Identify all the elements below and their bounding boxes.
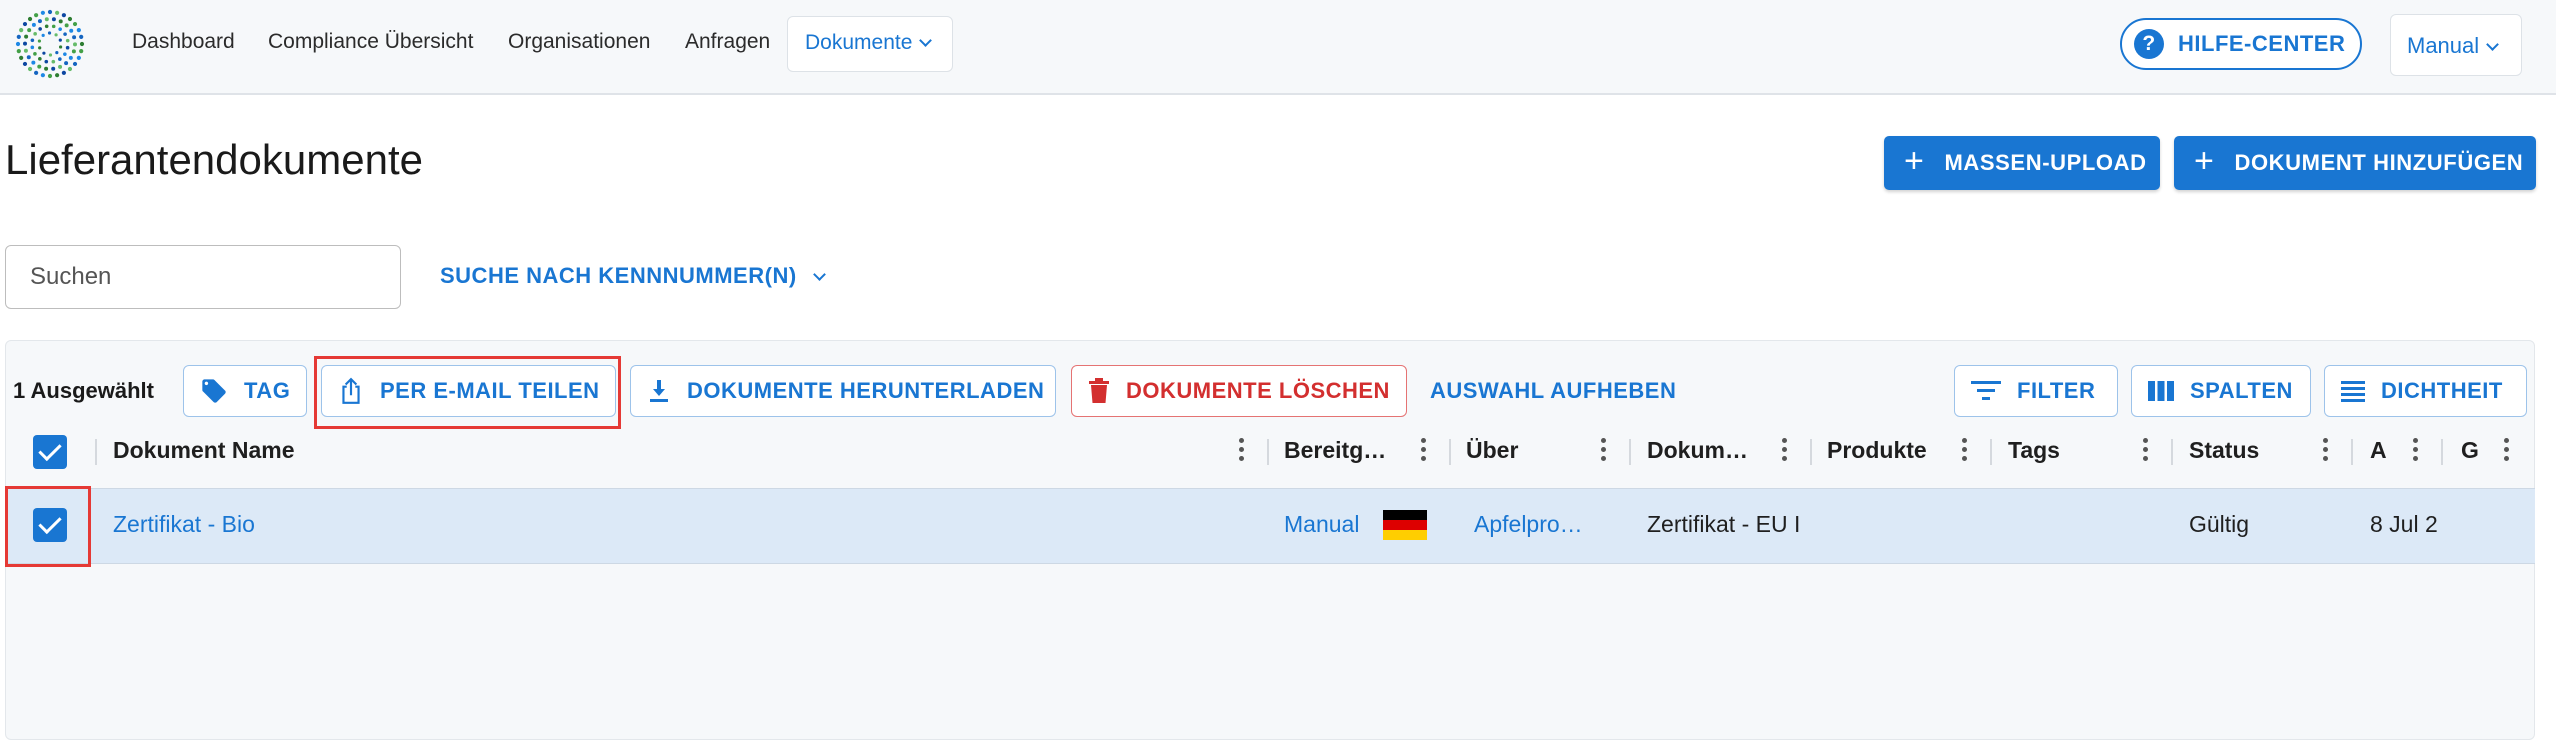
search-by-id-dropdown[interactable]: SUCHE NACH KENNNUMMER(N)	[440, 263, 826, 289]
question-circle-icon: ?	[2134, 29, 2164, 59]
clear-selection-button[interactable]: AUSWAHL AUFHEBEN	[1430, 378, 1676, 404]
column-header-g[interactable]: G	[2461, 437, 2479, 464]
nav-compliance-overview[interactable]: Compliance Übersicht	[268, 30, 473, 54]
columns-label: SPALTEN	[2190, 378, 2293, 403]
page-title: Lieferantendokumente	[5, 136, 423, 183]
germany-flag-icon	[1383, 510, 1427, 540]
column-separator[interactable]	[1267, 439, 1269, 465]
provided-by-link[interactable]: Manual	[1284, 511, 1359, 538]
table-row[interactable]	[5, 488, 2535, 564]
search-input[interactable]	[5, 245, 401, 309]
density-button[interactable]: DICHTHEIT	[2324, 365, 2527, 417]
plus-icon: +	[1904, 142, 1925, 180]
column-header-a[interactable]: A	[2370, 437, 2387, 464]
column-menu-icon[interactable]	[1962, 438, 1968, 464]
column-menu-icon[interactable]	[1601, 438, 1607, 464]
mass-upload-label: MASSEN-UPLOAD	[1944, 150, 2147, 175]
column-menu-icon[interactable]	[2504, 438, 2510, 464]
date-cell: 8 Jul 2	[2370, 511, 2438, 537]
column-header-tags[interactable]: Tags	[2008, 437, 2060, 464]
column-separator[interactable]	[2441, 439, 2443, 465]
user-menu-dropdown[interactable]: Manual	[2390, 14, 2522, 76]
document-name-link[interactable]: Zertifikat - Bio	[113, 511, 255, 538]
delete-documents-button[interactable]: DOKUMENTE LÖSCHEN	[1071, 365, 1407, 417]
column-separator[interactable]	[2351, 439, 2353, 465]
chevron-down-icon	[812, 268, 826, 281]
column-menu-icon[interactable]	[1782, 438, 1788, 464]
filter-button[interactable]: FILTER	[1954, 365, 2118, 417]
column-menu-icon[interactable]	[2413, 438, 2419, 464]
column-header-status[interactable]: Status	[2189, 437, 2259, 464]
column-separator[interactable]	[1990, 439, 1992, 465]
column-separator	[95, 439, 97, 465]
column-separator[interactable]	[1449, 439, 1451, 465]
column-separator[interactable]	[1629, 439, 1631, 465]
tag-label: TAG	[244, 378, 291, 403]
column-menu-icon[interactable]	[1421, 438, 1427, 464]
select-all-checkbox[interactable]	[33, 435, 67, 469]
help-center-label: HILFE-CENTER	[2178, 31, 2346, 56]
nav-organisations[interactable]: Organisationen	[508, 30, 650, 54]
nav-requests[interactable]: Anfragen	[685, 30, 770, 54]
company-logo-icon[interactable]	[14, 8, 86, 80]
share-email-label: PER E-MAIL TEILEN	[380, 378, 600, 403]
about-link[interactable]: Apfelpro…	[1474, 511, 1594, 538]
filter-label: FILTER	[2017, 378, 2096, 403]
column-header-document-name[interactable]: Dokument Name	[113, 437, 294, 464]
nav-dashboard[interactable]: Dashboard	[132, 30, 235, 54]
column-header-products[interactable]: Produkte	[1827, 437, 1927, 464]
column-menu-icon[interactable]	[2323, 438, 2329, 464]
selected-count: 1 Ausgewählt	[13, 378, 154, 403]
download-icon	[647, 378, 671, 404]
nav-documents-dropdown[interactable]: Dokumente	[787, 16, 953, 72]
plus-icon: +	[2194, 142, 2215, 180]
tag-button[interactable]: TAG	[183, 365, 307, 417]
column-menu-icon[interactable]	[2143, 438, 2149, 464]
download-documents-label: DOKUMENTE HERUNTERLADEN	[687, 378, 1045, 403]
user-menu-label: Manual	[2407, 33, 2480, 58]
tag-icon	[200, 377, 228, 405]
density-label: DICHTHEIT	[2381, 378, 2503, 403]
status-cell: Gültig	[2189, 511, 2250, 537]
download-documents-button[interactable]: DOKUMENTE HERUNTERLADEN	[630, 365, 1056, 417]
search-by-id-label: SUCHE NACH KENNNUMMER(N)	[440, 263, 797, 288]
column-header-provided-by[interactable]: Bereitg…	[1284, 437, 1386, 464]
column-separator[interactable]	[1810, 439, 1812, 465]
delete-documents-label: DOKUMENTE LÖSCHEN	[1126, 378, 1390, 403]
chevron-down-icon	[919, 34, 933, 47]
share-email-button[interactable]: PER E-MAIL TEILEN	[321, 365, 616, 417]
mass-upload-button[interactable]: + MASSEN-UPLOAD	[1884, 136, 2160, 190]
density-icon	[2341, 380, 2365, 402]
column-menu-icon[interactable]	[1239, 438, 1245, 464]
share-icon	[338, 377, 364, 405]
columns-button[interactable]: SPALTEN	[2131, 365, 2311, 417]
chevron-down-icon	[2486, 38, 2500, 51]
help-center-button[interactable]: ? HILFE-CENTER	[2120, 18, 2362, 70]
document-type-cell: Zertifikat - EU I	[1647, 511, 1801, 537]
row-select-checkbox[interactable]	[33, 508, 67, 542]
column-header-document-type[interactable]: Dokum…	[1647, 437, 1748, 464]
filter-icon	[1971, 380, 2001, 402]
top-navigation-bar: Dashboard Compliance Übersicht Organisat…	[0, 0, 2556, 95]
columns-icon	[2148, 381, 2174, 401]
column-header-about[interactable]: Über	[1466, 437, 1518, 464]
add-document-button[interactable]: + DOKUMENT HINZUFÜGEN	[2174, 136, 2536, 190]
trash-icon	[1088, 378, 1110, 404]
column-separator[interactable]	[2171, 439, 2173, 465]
add-document-label: DOKUMENT HINZUFÜGEN	[2234, 150, 2524, 175]
nav-documents-label: Dokumente	[805, 31, 913, 54]
